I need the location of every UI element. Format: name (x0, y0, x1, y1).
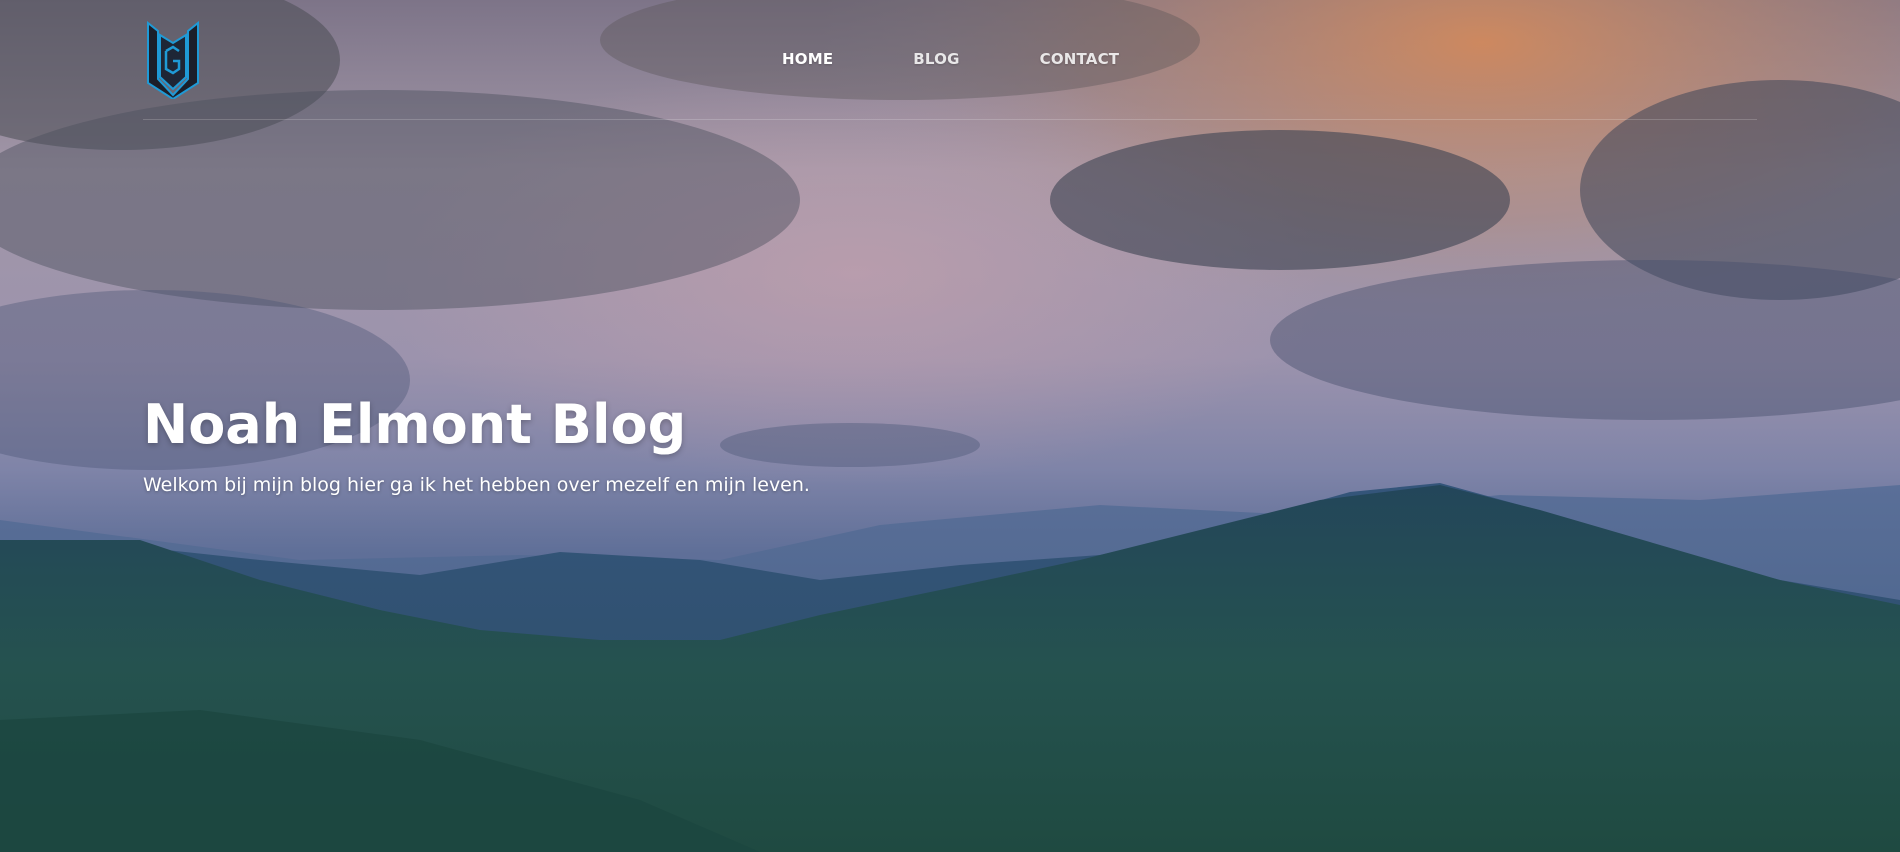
page-title: Noah Elmont Blog (143, 393, 687, 456)
nav-contact-link[interactable]: CONTACT (1040, 50, 1120, 68)
gd-monogram-logo-icon (147, 20, 199, 101)
nav-home-link[interactable]: HOME (782, 50, 833, 68)
header-divider (143, 119, 1757, 120)
site-header: HOME BLOG CONTACT (0, 0, 1900, 120)
hero-subtitle: Welkom bij mijn blog hier ga ik het hebb… (143, 474, 810, 496)
hero-section: HOME BLOG CONTACT Noah Elmont Blog Welko… (0, 0, 1900, 852)
hero-content: Noah Elmont Blog Welkom bij mijn blog hi… (143, 392, 810, 498)
site-logo[interactable] (146, 20, 200, 101)
nav-blog-link[interactable]: BLOG (913, 50, 959, 68)
main-nav: HOME BLOG CONTACT (782, 50, 1199, 68)
